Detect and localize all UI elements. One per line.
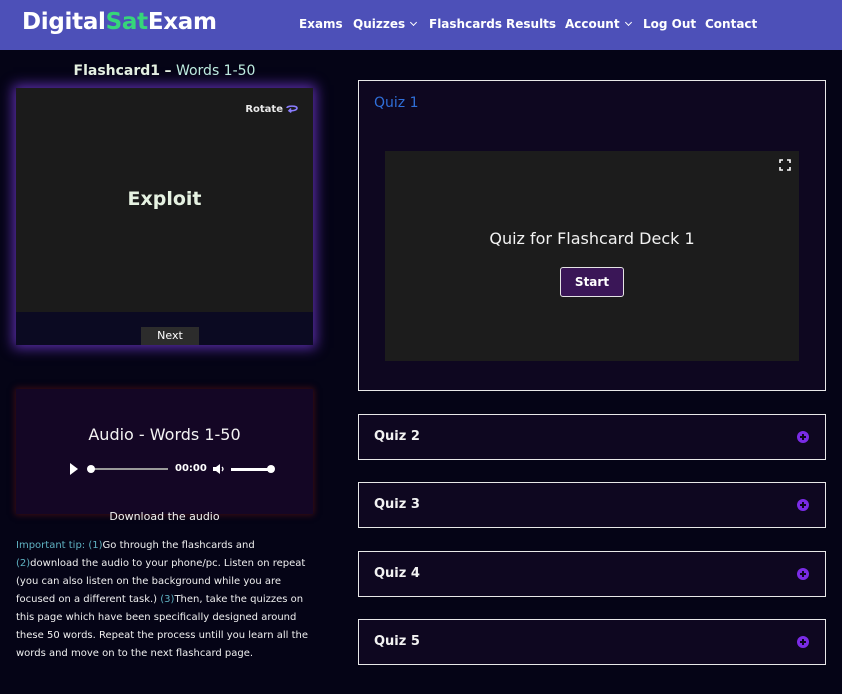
quiz-4-row[interactable]: Quiz 4	[358, 551, 826, 597]
nav-quizzes-label: Quizzes	[353, 17, 406, 31]
nav-logout[interactable]: Log Out	[643, 17, 696, 31]
title-dash: –	[164, 63, 172, 79]
audio-title: Audio - Words 1-50	[88, 425, 241, 444]
audio-time: 00:00	[175, 463, 207, 474]
audio-player: Audio - Words 1-50 00:00	[16, 389, 313, 514]
chevron-down-icon	[410, 18, 418, 27]
quiz-2-row[interactable]: Quiz 2	[358, 414, 826, 460]
quiz-5-label: Quiz 5	[374, 634, 420, 649]
nav-contact[interactable]: Contact	[705, 17, 757, 31]
tip-step-1: (1)	[88, 540, 103, 551]
rotate-icon	[286, 105, 298, 114]
nav-quizzes[interactable]: Quizzes	[353, 17, 418, 31]
audio-progress-bar[interactable]	[87, 465, 168, 473]
tip-text-1: Go through the flashcards and	[102, 540, 255, 551]
next-button[interactable]: Next	[141, 327, 199, 345]
flashcard-deck-name: Flashcard1	[73, 63, 161, 79]
progress-knob[interactable]	[87, 465, 95, 473]
nav-results[interactable]: Results	[506, 17, 556, 31]
rotate-label: Rotate	[245, 104, 283, 115]
main-nav: Exams Quizzes Flashcards Results Account…	[0, 17, 842, 33]
rotate-button[interactable]: Rotate	[245, 104, 299, 115]
site-header: DigitalSatExam Exams Quizzes Flashcards …	[0, 0, 842, 50]
chevron-down-icon	[624, 18, 632, 27]
plus-circle-icon[interactable]	[797, 499, 809, 511]
quiz-1-title[interactable]: Quiz 1	[374, 95, 419, 111]
quiz-3-label: Quiz 3	[374, 497, 420, 512]
tip-label: Important tip:	[16, 540, 86, 551]
download-audio-link[interactable]: Download the audio	[16, 510, 313, 523]
flashcard-word: Exploit	[127, 188, 202, 210]
nav-flashcards[interactable]: Flashcards	[429, 17, 502, 31]
quiz-stage: Quiz for Flashcard Deck 1 Start	[385, 151, 799, 361]
flashcard[interactable]: Rotate Exploit Next	[16, 88, 313, 345]
quiz-3-row[interactable]: Quiz 3	[358, 482, 826, 528]
nav-account-label: Account	[565, 17, 620, 31]
start-quiz-button[interactable]: Start	[560, 267, 624, 297]
flashcard-subtitle: Words 1-50	[175, 63, 256, 79]
quiz-5-row[interactable]: Quiz 5	[358, 619, 826, 665]
plus-circle-icon[interactable]	[797, 568, 809, 580]
nav-exams[interactable]: Exams	[299, 17, 343, 31]
volume-slider[interactable]	[231, 465, 275, 473]
quiz-2-label: Quiz 2	[374, 429, 420, 444]
important-tip: Important tip: (1)Go through the flashca…	[16, 537, 316, 663]
quiz-4-label: Quiz 4	[374, 566, 420, 581]
nav-account[interactable]: Account	[565, 17, 632, 31]
quiz-1-panel: Quiz 1 Quiz for Flashcard Deck 1 Start	[358, 80, 826, 391]
tip-step-2: (2)	[16, 558, 31, 569]
fullscreen-icon[interactable]	[779, 159, 791, 171]
play-icon[interactable]	[70, 463, 78, 475]
quiz-stage-title: Quiz for Flashcard Deck 1	[489, 229, 695, 248]
tip-step-3: (3)	[160, 594, 175, 605]
volume-knob[interactable]	[267, 465, 275, 473]
plus-circle-icon[interactable]	[797, 636, 809, 648]
volume-icon[interactable]	[212, 463, 226, 475]
flashcard-title: Flashcard1 – Words 1-50	[16, 63, 313, 79]
plus-circle-icon[interactable]	[797, 431, 809, 443]
